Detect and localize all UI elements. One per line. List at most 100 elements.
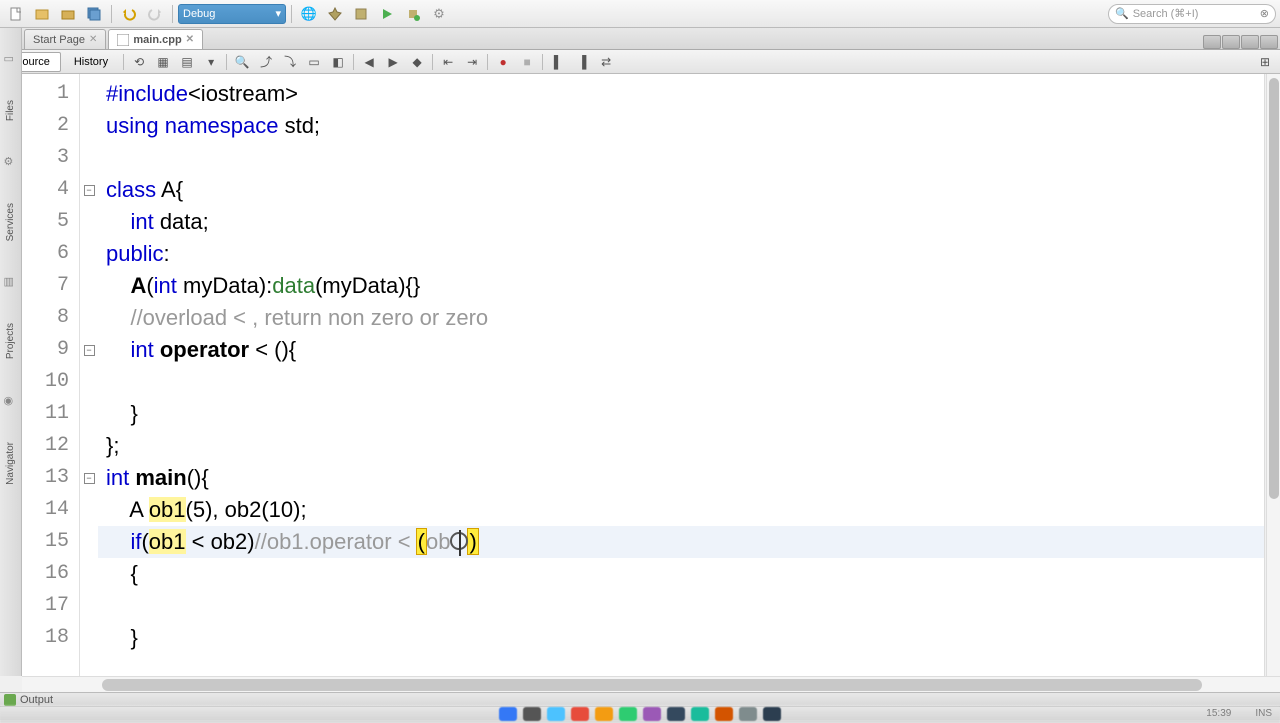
debug-button[interactable] [401,3,425,25]
search-input[interactable]: 🔍 Search (⌘+I) ⊗ [1108,4,1276,24]
selector-dropdown[interactable]: ▾ [200,52,222,72]
close-icon[interactable]: ✕ [89,34,97,45]
code-line[interactable]: if(ob1 < ob2)//ob1.operator < (ob) [98,526,1264,558]
line-number: 12 [22,430,79,462]
fold-marker[interactable]: − [80,334,98,366]
close-icon[interactable]: ✕ [186,34,194,45]
tab-start-page[interactable]: Start Page ✕ [24,29,106,49]
code-line[interactable] [98,590,1264,622]
maximize-tab-button[interactable] [1241,35,1259,49]
fold-toggle-icon[interactable]: − [84,473,95,484]
prev-tab-button[interactable] [1203,35,1221,49]
uncomment-button[interactable]: ▐ [571,52,593,72]
code-line[interactable]: { [98,558,1264,590]
dock-app[interactable] [499,707,517,721]
code-line[interactable]: A(int myData):data(myData){} [98,270,1264,302]
last-edit-button[interactable]: ⟲ [128,52,150,72]
code-line[interactable]: #include<iostream> [98,78,1264,110]
scrollbar-thumb[interactable] [1269,78,1279,499]
code-line[interactable]: int data; [98,206,1264,238]
profile-button[interactable]: ⚙ [427,3,451,25]
pin-button[interactable]: ⊞ [1254,52,1276,72]
code-editor[interactable]: 123456789101112131415161718 −−− #include… [22,74,1280,676]
separator [111,5,112,23]
code-line[interactable]: public: [98,238,1264,270]
clear-search-icon[interactable]: ⊗ [1260,7,1269,20]
code-line[interactable] [98,142,1264,174]
history-tab[interactable]: History [63,52,119,72]
navigator-icon[interactable]: ◉ [4,394,18,408]
code-line[interactable]: } [98,622,1264,654]
separator [172,5,173,23]
dock-app[interactable] [691,707,709,721]
separator [487,54,488,70]
dock-app[interactable] [715,707,733,721]
next-bookmark-button[interactable]: ▶ [382,52,404,72]
rail-services[interactable]: Services [5,199,16,245]
fold-marker[interactable]: − [80,174,98,206]
globe-icon[interactable]: 🌐 [297,3,321,25]
find-selection-button[interactable]: ▭ [303,52,325,72]
toggle-highlight-button[interactable]: ◧ [327,52,349,72]
code-line[interactable] [98,366,1264,398]
projects-icon[interactable]: ▥ [4,275,18,289]
tab-main-cpp[interactable]: main.cpp ✕ [108,29,203,49]
rail-navigator[interactable]: Navigator [5,438,16,489]
find-prev-button[interactable]: ⤴ [255,52,277,72]
redo-button[interactable] [143,3,167,25]
dock-app[interactable] [571,707,589,721]
new-file-button[interactable] [4,3,28,25]
undo-button[interactable] [117,3,141,25]
files-icon[interactable]: ▭ [4,52,18,66]
dock-app[interactable] [595,707,613,721]
fold-toggle-icon[interactable]: − [84,185,95,196]
find-button[interactable]: 🔍 [231,52,253,72]
comment-button[interactable]: ▌ [547,52,569,72]
build-button[interactable] [323,3,347,25]
code-line[interactable]: int main(){ [98,462,1264,494]
services-icon[interactable]: ⚙ [4,155,18,169]
dock-app[interactable] [643,707,661,721]
code-line[interactable]: } [98,398,1264,430]
rail-files[interactable]: Files [5,96,16,125]
fold-toggle-icon[interactable]: − [84,345,95,356]
clean-build-button[interactable] [349,3,373,25]
fold-marker[interactable]: − [80,462,98,494]
prev-bookmark-button[interactable]: ◀ [358,52,380,72]
dock-app[interactable] [739,707,757,721]
code-line[interactable]: A ob1(5), ob2(10); [98,494,1264,526]
dock-app[interactable] [523,707,541,721]
open-button[interactable] [56,3,80,25]
close-all-button[interactable] [1260,35,1278,49]
dock-app[interactable] [667,707,685,721]
code-line[interactable]: using namespace std; [98,110,1264,142]
code-line[interactable]: class A{ [98,174,1264,206]
dock-app[interactable] [547,707,565,721]
shift-left-button[interactable]: ⇤ [437,52,459,72]
build-config-select[interactable]: Debug ▾ [178,4,286,24]
rail-projects[interactable]: Projects [5,319,16,363]
toggle-bookmark-button[interactable]: ◆ [406,52,428,72]
output-panel-tab[interactable]: Output [0,692,1280,706]
macro-record-button[interactable]: ● [492,52,514,72]
vertical-scrollbar[interactable] [1266,74,1280,676]
new-project-button[interactable] [30,3,54,25]
dock-app[interactable] [619,707,637,721]
find-next-button[interactable]: ⤵ [279,52,301,72]
diff-button[interactable]: ▦ [152,52,174,72]
scrollbar-thumb[interactable] [102,679,1202,691]
code-line[interactable]: int operator < (){ [98,334,1264,366]
next-tab-button[interactable] [1222,35,1240,49]
horizontal-scrollbar[interactable] [22,676,1280,692]
save-all-button[interactable] [82,3,106,25]
dock-app[interactable] [763,707,781,721]
select-button[interactable]: ▤ [176,52,198,72]
code-area[interactable]: #include<iostream>using namespace std; cl… [98,74,1264,676]
code-line[interactable]: }; [98,430,1264,462]
shift-right-button[interactable]: ⇥ [461,52,483,72]
tab-label: Start Page [33,34,85,46]
run-button[interactable] [375,3,399,25]
goto-header-button[interactable]: ⇄ [595,52,617,72]
macro-stop-button[interactable]: ■ [516,52,538,72]
code-line[interactable]: //overload < , return non zero or zero [98,302,1264,334]
